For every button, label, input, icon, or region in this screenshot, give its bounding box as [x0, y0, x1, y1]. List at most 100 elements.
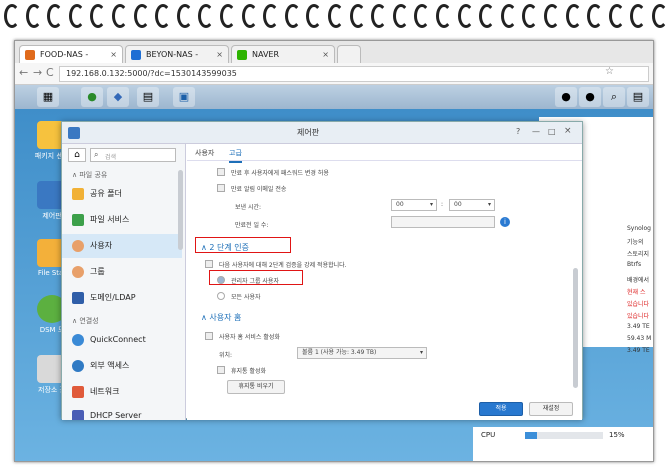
tab-naver[interactable]: NAVER × [231, 45, 335, 63]
user-icon[interactable]: ● [579, 87, 601, 107]
address-bar: ← → C 192.168.0.132:5000/?dc=15301435990… [15, 63, 653, 85]
layout-icon[interactable]: ▤ [627, 87, 649, 107]
sidebar-item-quickconnect[interactable]: QuickConnect [62, 328, 182, 352]
naver-favicon-icon [237, 50, 247, 60]
search-icon[interactable]: ⌕ [603, 87, 625, 107]
days-before-input[interactable] [391, 216, 495, 228]
send-minute-select[interactable]: 00 ▾ [449, 199, 495, 211]
sidebar-item-domain-ldap[interactable]: 도메인/LDAP [62, 286, 182, 310]
external-access-icon [72, 360, 84, 372]
chevron-down-icon: ▾ [419, 349, 423, 356]
sidebar-item-dhcp-server[interactable]: DHCP Server [62, 404, 182, 420]
allow-password-change-checkbox[interactable] [217, 168, 225, 176]
browser-tab-bar: FOOD-NAS - Synology × BEYON-NAS - Synolo… [15, 41, 653, 77]
spiral-ring [457, 4, 474, 28]
home-icon[interactable]: ⌂ [68, 148, 86, 162]
package-center-icon[interactable]: ● [81, 87, 103, 107]
spiral-ring [630, 4, 647, 28]
sidebar-item-file-services[interactable]: 파일 서비스 [62, 208, 182, 232]
user-icon [72, 240, 84, 252]
spiral-ring [436, 4, 452, 28]
main-menu-icon[interactable]: ▦ [37, 87, 59, 107]
spiral-ring [198, 4, 215, 28]
empty-recycle-bin-button[interactable]: 휴지통 비우기 [227, 380, 285, 394]
sidebar-item-user[interactable]: 사용자 [62, 234, 182, 258]
spiral-ring [220, 4, 236, 28]
spiral-ring [392, 4, 409, 28]
spiral-ring [25, 4, 42, 28]
tab-user[interactable]: 사용자 [195, 148, 214, 158]
new-tab-button[interactable] [337, 45, 361, 63]
synology-favicon-icon [131, 50, 141, 60]
minimize-icon[interactable]: — [532, 127, 540, 136]
send-hour-select[interactable]: 00 ▾ [391, 199, 437, 211]
spiral-ring [90, 4, 107, 28]
control-panel-window: 제어판 ? — □ × ⌂ ⌕ 검색 ∧ 파일 공유 공유 폴더 파일 서비스 [61, 121, 583, 420]
control-panel-icon[interactable]: ◆ [107, 87, 129, 107]
forward-icon[interactable]: → [33, 66, 42, 79]
dsm-taskbar: ▦ ● ◆ ▤ ▣ ● ● ⌕ ▤ [15, 85, 653, 109]
close-tab-icon[interactable]: × [322, 46, 329, 64]
window-titlebar: 제어판 ? — □ × [62, 122, 582, 144]
tab-divider [187, 160, 582, 161]
sidebar-group-connectivity[interactable]: ∧ 연결성 [72, 316, 99, 326]
sidebar-group-file-sharing[interactable]: ∧ 파일 공유 [72, 170, 107, 180]
close-icon[interactable]: × [564, 126, 572, 136]
info-icon[interactable]: i [500, 217, 510, 227]
close-tab-icon[interactable]: × [110, 46, 117, 64]
chevron-up-icon: ∧ [72, 171, 78, 179]
recycle-bin-checkbox[interactable] [217, 366, 225, 374]
user-home-checkbox[interactable] [205, 332, 213, 340]
spiral-binding [0, 0, 666, 34]
close-tab-icon[interactable]: × [216, 46, 223, 64]
search-input[interactable]: ⌕ 검색 [90, 148, 176, 162]
tab-food-nas[interactable]: FOOD-NAS - Synology × [19, 45, 123, 77]
spiral-ring [479, 4, 496, 28]
cpu-label: CPU [481, 431, 496, 439]
enforce-2fa-checkbox[interactable] [205, 260, 213, 268]
network-icon [72, 386, 84, 398]
apply-button[interactable]: 적용 [479, 402, 523, 416]
help-icon[interactable]: ? [516, 127, 520, 136]
url-input[interactable]: 192.168.0.132:5000/?dc=1530143599035 [59, 66, 649, 82]
spiral-ring [263, 4, 280, 28]
spiral-ring [112, 4, 128, 28]
window-icon[interactable]: ▣ [173, 87, 195, 107]
spiral-ring [587, 4, 604, 28]
control-panel-icon [68, 127, 80, 139]
chevron-up-icon: ∧ [72, 317, 78, 325]
reload-icon[interactable]: C [46, 66, 54, 79]
spiral-ring [306, 4, 323, 28]
sidebar-item-group[interactable]: 그룹 [62, 260, 182, 284]
highlight-admin-group [209, 270, 303, 285]
quickconnect-icon [72, 334, 84, 346]
tab-beyon-nas[interactable]: BEYON-NAS - Synolog × [125, 45, 229, 77]
sidebar-item-network[interactable]: 네트워크 [62, 380, 182, 404]
shared-folder-icon [72, 188, 84, 200]
location-select[interactable]: 볼륨 1 (사용 가능: 3.49 TB) ▾ [297, 347, 427, 359]
spiral-ring [284, 4, 301, 28]
sidebar-item-external-access[interactable]: 외부 액세스 [62, 354, 182, 378]
back-icon[interactable]: ← [19, 66, 28, 79]
spiral-ring [328, 4, 344, 28]
user-home-section-title[interactable]: ∧ 사용자 홈 [201, 312, 241, 323]
chevron-down-icon: ▾ [429, 201, 433, 208]
expiry-email-checkbox[interactable] [217, 184, 225, 192]
file-station-icon[interactable]: ▤ [137, 87, 159, 107]
spiral-ring [133, 4, 150, 28]
chat-icon[interactable]: ● [555, 87, 577, 107]
group-icon [72, 266, 84, 278]
spiral-ring [241, 4, 258, 28]
control-panel-sidebar: ⌂ ⌕ 검색 ∧ 파일 공유 공유 폴더 파일 서비스 사용자 그룹 도메인/L… [62, 144, 186, 420]
sidebar-scrollbar[interactable] [178, 170, 183, 250]
bookmark-star-icon[interactable]: ☆ [605, 66, 614, 77]
cpu-value: 15% [609, 431, 625, 439]
reset-button[interactable]: 재설정 [529, 402, 573, 416]
maximize-icon[interactable]: □ [548, 127, 556, 136]
user-settings-panel: 사용자 고급 만료 후 사용자에게 패스워드 변경 허용 만료 알림 이메일 전… [187, 144, 582, 420]
main-scrollbar[interactable] [573, 268, 578, 388]
sidebar-item-shared-folder[interactable]: 공유 폴더 [62, 182, 182, 206]
spiral-ring [500, 4, 517, 28]
all-users-radio[interactable] [217, 292, 225, 300]
file-service-icon [72, 214, 84, 226]
